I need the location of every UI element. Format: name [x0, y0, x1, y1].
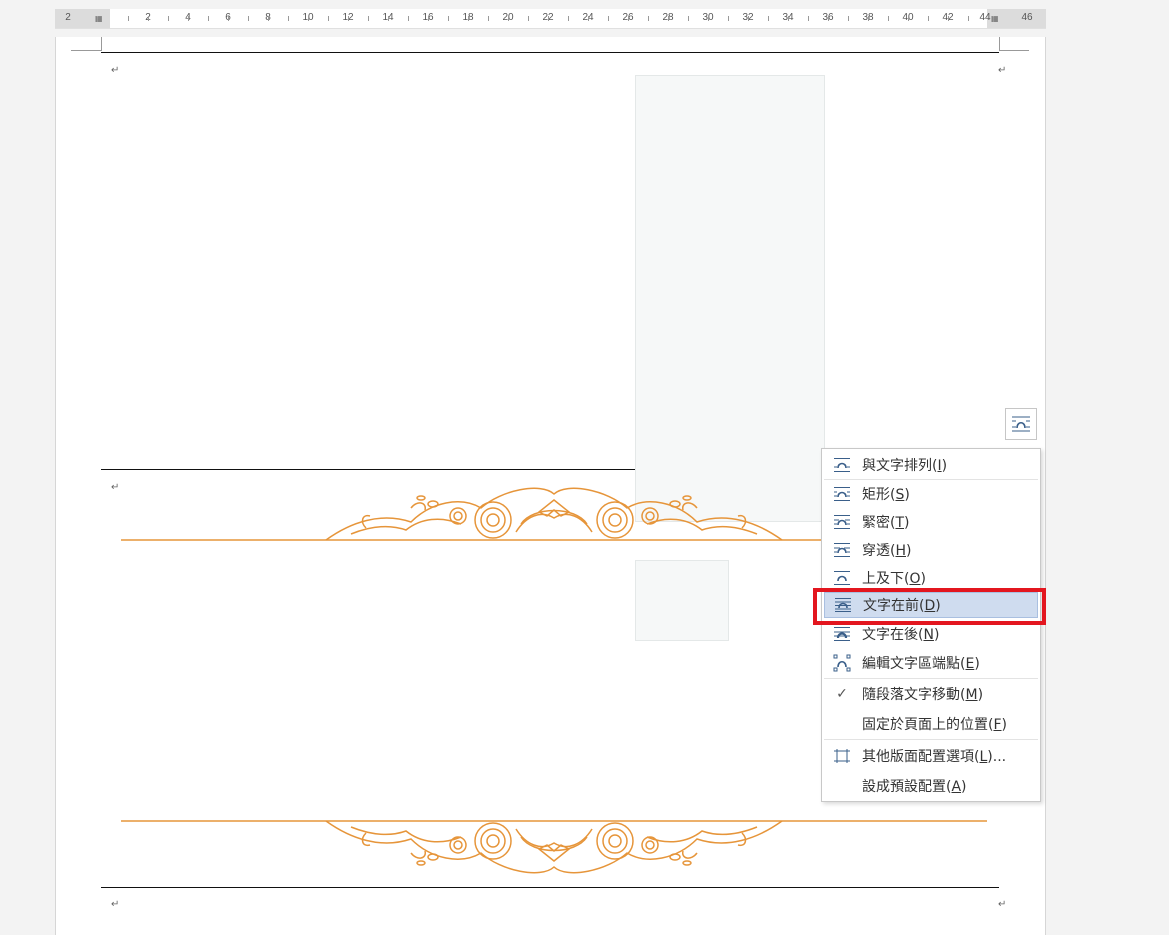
ruler-tick [568, 16, 569, 21]
ruler-tick [588, 16, 589, 21]
menu-item-fix-position[interactable]: 固定於頁面上的位置(F) [824, 711, 1038, 737]
wrap-behind-icon [834, 627, 850, 641]
ruler-number: 2 [65, 12, 71, 23]
menu-separator [824, 479, 1038, 480]
label-top-border [101, 52, 999, 53]
wrap-top-bottom-icon [834, 571, 850, 585]
ruler-tick [708, 16, 709, 21]
paragraph-mark: ↵ [111, 65, 120, 76]
menu-item-edit-wrap-points[interactable]: 編輯文字區端點(E) [824, 650, 1038, 676]
menu-item-through[interactable]: 穿透(H) [824, 537, 1038, 563]
ruler-tick [388, 16, 389, 21]
corner-mark [999, 37, 1000, 51]
ruler-tick [888, 16, 889, 21]
corner-mark [71, 50, 101, 51]
ruler-tick [648, 16, 649, 21]
ruler-tick [948, 16, 949, 21]
menu-separator [824, 678, 1038, 679]
ruler-tick [248, 16, 249, 21]
ruler-tick [428, 16, 429, 21]
ruler-number: 44 [979, 12, 991, 23]
paragraph-mark: ↵ [998, 65, 1007, 76]
corner-mark [101, 37, 102, 51]
ruler-tick [968, 16, 969, 21]
ruler-tick [328, 16, 329, 21]
ruler-tick [488, 16, 489, 21]
menu-item-move-with-text[interactable]: ✓ 隨段落文字移動(M) [824, 681, 1038, 707]
layout-options-button[interactable] [1005, 408, 1037, 440]
layout-options-icon [1012, 416, 1030, 432]
ruler-tick [908, 16, 909, 21]
horizontal-ruler[interactable]: 2 ▦ 2 4 6 8 10 12 14 16 18 20 22 24 26 2… [55, 9, 1046, 29]
ruler-tick [748, 16, 749, 21]
ruler-tick [128, 16, 129, 21]
ruler-tick [408, 16, 409, 21]
menu-item-square[interactable]: 矩形(S) [824, 481, 1038, 507]
ruler-tick [268, 16, 269, 21]
image-placeholder[interactable] [635, 75, 825, 522]
wrap-through-icon [834, 543, 850, 557]
ruler-tick [208, 16, 209, 21]
ruler-tick [928, 16, 929, 21]
ruler-tick [768, 16, 769, 21]
ruler-tick [628, 16, 629, 21]
ruler-tick [368, 16, 369, 21]
image-placeholder[interactable] [635, 560, 729, 641]
ruler-tick [548, 16, 549, 21]
ruler-number: 46 [1021, 12, 1033, 23]
more-layout-icon [834, 749, 850, 763]
ruler-tick [808, 16, 809, 21]
ruler-tick [668, 16, 669, 21]
ruler-tick [728, 16, 729, 21]
ruler-tick [528, 16, 529, 21]
ruler-tick [848, 16, 849, 21]
ruler-tick [308, 16, 309, 21]
wrap-inline-icon [834, 458, 850, 472]
paragraph-mark: ↵ [111, 899, 120, 910]
paragraph-mark: ↵ [998, 899, 1007, 910]
check-icon: ✓ [836, 686, 848, 702]
menu-separator [824, 739, 1038, 740]
ruler-indent-marker[interactable]: ▦ [991, 14, 999, 23]
ruler-tick [468, 16, 469, 21]
ruler-indent-marker[interactable]: ▦ [95, 14, 103, 23]
ruler-tick [348, 16, 349, 21]
ruler-tick [788, 16, 789, 21]
menu-item-set-as-default[interactable]: 設成預設配置(A) [824, 773, 1038, 799]
corner-mark [999, 50, 1029, 51]
ruler-tick [868, 16, 869, 21]
wrap-tight-icon [834, 515, 850, 529]
ruler-tick [508, 16, 509, 21]
wrap-text-menu: 與文字排列(I) 矩形(S) 緊密(T) 穿透(H) 上及下(O) 文字在前(D… [821, 448, 1041, 802]
menu-item-tight[interactable]: 緊密(T) [824, 509, 1038, 535]
ruler-tick [168, 16, 169, 21]
menu-item-more-layout-options[interactable]: 其他版面配置選項(L)... [824, 743, 1038, 769]
ruler-tick [188, 16, 189, 21]
wrap-square-icon [834, 487, 850, 501]
ruler-tick [608, 16, 609, 21]
ruler-tick [288, 16, 289, 21]
menu-item-inline[interactable]: 與文字排列(I) [824, 452, 1038, 478]
ruler-tick [688, 16, 689, 21]
ruler-tick [148, 16, 149, 21]
ruler-tick [228, 16, 229, 21]
ruler-tick [448, 16, 449, 21]
paragraph-mark: ↵ [111, 482, 120, 493]
edit-wrap-points-icon [833, 654, 851, 672]
ruler-tick [828, 16, 829, 21]
label-bottom-border [101, 887, 999, 888]
decorative-ornament-bottom[interactable] [121, 817, 987, 879]
highlight-callout-box [813, 588, 1046, 625]
